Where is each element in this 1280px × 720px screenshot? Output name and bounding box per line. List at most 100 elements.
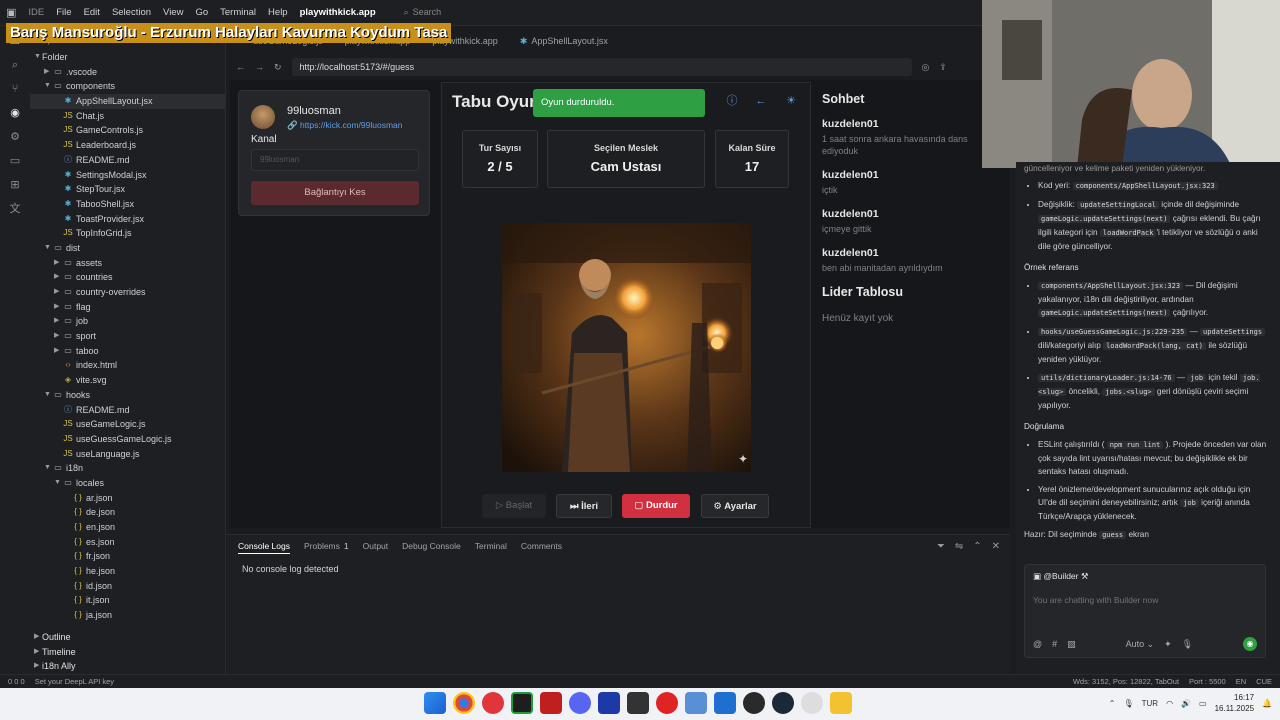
maximize-icon[interactable]: ⌃	[973, 541, 981, 552]
mic-tray-icon[interactable]: 🎙	[1123, 699, 1133, 708]
forward-arrow-icon[interactable]: →	[255, 62, 264, 72]
tree-folder[interactable]: ▶ ▭ taboo	[30, 344, 225, 359]
tree-folder[interactable]: ▼ ▭ locales	[30, 476, 225, 491]
problems-counts[interactable]: 0 0 0	[8, 677, 25, 686]
theme-sun-icon[interactable]: ☀	[782, 92, 800, 110]
chevron-up-icon[interactable]: ⌃	[1109, 699, 1116, 708]
language-indicator[interactable]: TUR	[1142, 699, 1158, 708]
extensions-icon[interactable]: ⊞	[8, 178, 22, 192]
menu-selection[interactable]: Selection	[112, 7, 151, 18]
image-icon[interactable]: ▨	[1067, 639, 1076, 650]
terminal-icon[interactable]	[511, 692, 533, 714]
tab-app-shell-layout[interactable]: ✱ AppShellLayout.jsx	[520, 36, 608, 47]
tab-debug-console[interactable]: Debug Console	[402, 541, 461, 554]
tree-file[interactable]: { } it.json	[30, 593, 225, 608]
reload-icon[interactable]: ↻	[274, 62, 282, 73]
help-icon[interactable]: ⓘ	[723, 92, 741, 110]
tree-file[interactable]: { } de.json	[30, 505, 225, 520]
tree-root[interactable]: ▼ Folder	[30, 50, 225, 65]
tree-file[interactable]: ✱ TabooShell.jsx	[30, 197, 225, 212]
wifi-icon[interactable]: ◠	[1166, 699, 1173, 708]
builder-input[interactable]: You are chatting with Builder now	[1033, 595, 1158, 605]
tree-folder[interactable]: ▶ ▭ job	[30, 314, 225, 329]
disconnect-button[interactable]: Bağlantıyı Kes	[251, 181, 419, 205]
sparkle-icon[interactable]: ✦	[1164, 639, 1172, 650]
tree-file[interactable]: JS Chat.js	[30, 109, 225, 124]
tab-console-logs[interactable]: Console Logs	[238, 541, 290, 554]
tree-file[interactable]: JS useGuessGameLogic.js	[30, 432, 225, 447]
remote-icon[interactable]: ▭	[8, 154, 22, 168]
settings-button[interactable]: ⚙ Ayarlar	[701, 494, 769, 518]
steam-icon[interactable]	[772, 692, 794, 714]
screen-icon[interactable]	[685, 692, 707, 714]
tree-file[interactable]: JS TopInfoGrid.js	[30, 226, 225, 241]
close-icon[interactable]: ✕	[992, 541, 1000, 552]
tree-folder[interactable]: ▶ ▭ .vscode	[30, 65, 225, 80]
start-button[interactable]: ▷ Başlat	[482, 494, 546, 518]
tree-file[interactable]: ◈ vite.svg	[30, 373, 225, 388]
tree-file[interactable]: { } fr.json	[30, 549, 225, 564]
tree-file[interactable]: JS useLanguage.js	[30, 447, 225, 462]
notification-icon[interactable]: 🔔	[1262, 699, 1272, 708]
tree-folder[interactable]: ▼ ▭ hooks	[30, 388, 225, 403]
mode-select[interactable]: Auto ⌄	[1126, 639, 1155, 650]
tree-file[interactable]: { } he.json	[30, 564, 225, 579]
i18n-icon[interactable]: 文	[8, 202, 22, 216]
hash-icon[interactable]: #	[1052, 639, 1057, 649]
back-icon[interactable]: ←	[752, 92, 770, 110]
tab-comments[interactable]: Comments	[521, 541, 562, 554]
menu-edit[interactable]: Edit	[84, 7, 100, 18]
filter-icon[interactable]: ⏷	[937, 541, 945, 552]
code-ref[interactable]: components/AppShellLayout.jsx:323	[1072, 182, 1218, 190]
command-search[interactable]: ⌕ Search	[404, 7, 442, 18]
section-outline[interactable]: ▶ Outline	[30, 630, 225, 645]
tree-folder[interactable]: ▶ ▭ country-overrides	[30, 285, 225, 300]
chrome-icon[interactable]	[453, 692, 475, 714]
tree-file[interactable]: ⓘ README.md	[30, 403, 225, 418]
next-button[interactable]: ⏭ İleri	[556, 494, 612, 518]
menu-view[interactable]: View	[163, 7, 183, 18]
language-status[interactable]: EN	[1236, 677, 1246, 686]
code-ref[interactable]: hooks/useGuessGameLogic.js:229-235	[1038, 328, 1188, 336]
start-menu-icon[interactable]	[424, 692, 446, 714]
menu-terminal[interactable]: Terminal	[220, 7, 256, 18]
source-control-icon[interactable]: ⑂	[8, 82, 22, 96]
folder-icon[interactable]	[830, 692, 852, 714]
tree-file[interactable]: ✱ AppShellLayout.jsx	[30, 94, 225, 109]
section-i18n-ally[interactable]: ▶ i18n Ally	[30, 659, 225, 674]
tree-file[interactable]: JS useGameLogic.js	[30, 417, 225, 432]
mic-icon[interactable]: 🎙	[1182, 639, 1193, 650]
cursor-app-icon[interactable]	[598, 692, 620, 714]
tree-file[interactable]: { } ja.json	[30, 608, 225, 623]
tree-file[interactable]: { } en.json	[30, 520, 225, 535]
tree-file[interactable]: JS Leaderboard.js	[30, 138, 225, 153]
port-status[interactable]: Port : 5500	[1189, 677, 1226, 686]
tree-file[interactable]: ✱ ToastProvider.jsx	[30, 212, 225, 227]
cursor-position[interactable]: Wds: 3152, Pos: 12822, TabOut	[1073, 677, 1179, 686]
tree-folder[interactable]: ▼ ▭ components	[30, 79, 225, 94]
kanal-input[interactable]: 99luosman	[251, 149, 419, 171]
debug-icon[interactable]: ⚙	[8, 130, 22, 144]
tree-folder[interactable]: ▶ ▭ flag	[30, 300, 225, 315]
tree-file[interactable]: ✱ SettingsModal.jsx	[30, 168, 225, 183]
tree-folder[interactable]: ▼ ▭ dist	[30, 241, 225, 256]
ai-app-icon[interactable]	[801, 692, 823, 714]
tree-folder[interactable]: ▶ ▭ sport	[30, 329, 225, 344]
tree-file[interactable]: { } ar.json	[30, 491, 225, 506]
tree-file[interactable]: ✱ StepTour.jsx	[30, 182, 225, 197]
search-icon[interactable]: ⌕	[8, 58, 22, 72]
code-ref[interactable]: utils/dictionaryLoader.js:14-76	[1038, 374, 1175, 382]
tree-file[interactable]: { } es.json	[30, 535, 225, 550]
share-icon[interactable]: ⇪	[939, 62, 947, 73]
youtube-icon[interactable]	[656, 692, 678, 714]
tree-file[interactable]: ⓘ README.md	[30, 153, 225, 168]
tree-folder[interactable]: ▼ ▭ i18n	[30, 461, 225, 476]
volume-icon[interactable]: 🔊	[1181, 699, 1191, 708]
url-input[interactable]: http://localhost:5173/#/guess	[291, 58, 912, 76]
mention-icon[interactable]: @	[1033, 639, 1042, 649]
discord-icon[interactable]	[569, 692, 591, 714]
tab-terminal[interactable]: Terminal	[475, 541, 507, 554]
tree-folder[interactable]: ▶ ▭ assets	[30, 256, 225, 271]
mail-icon[interactable]	[714, 692, 736, 714]
tree-file[interactable]: ‹› index.html	[30, 358, 225, 373]
